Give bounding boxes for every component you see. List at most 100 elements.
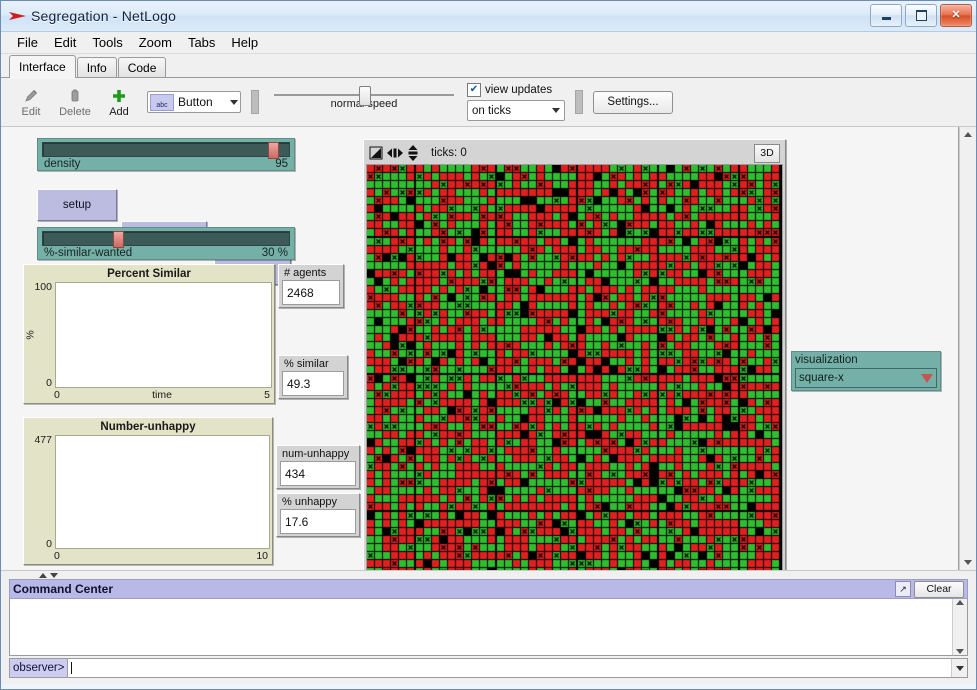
text-caret-icon xyxy=(71,662,73,674)
update-mode-select[interactable]: on ticks xyxy=(467,100,565,121)
menu-zoom[interactable]: Zoom xyxy=(131,33,180,52)
status-bar xyxy=(1,684,976,689)
scroll-down-button[interactable] xyxy=(960,555,976,570)
visualization-chooser-box[interactable]: square-x xyxy=(795,368,937,388)
chevron-down-icon[interactable] xyxy=(956,649,964,654)
menu-tabs[interactable]: Tabs xyxy=(180,33,223,52)
density-slider[interactable]: density 95 xyxy=(37,138,295,171)
y-tick-min: 0 xyxy=(46,537,52,550)
chevron-down-icon xyxy=(230,99,238,105)
menu-help[interactable]: Help xyxy=(223,33,266,52)
x-tick-min: 0 xyxy=(54,389,60,401)
splitter-down-icon[interactable] xyxy=(50,572,58,578)
add-tool-button[interactable]: Add xyxy=(97,87,141,118)
num-agents-monitor[interactable]: # agents 2468 xyxy=(278,264,344,308)
menu-edit[interactable]: Edit xyxy=(46,33,84,52)
percent-similar-monitor[interactable]: % similar 49.3 xyxy=(278,355,348,399)
trash-icon xyxy=(71,89,79,101)
update-mode-value: on ticks xyxy=(472,104,511,117)
similar-wanted-slider[interactable]: %-similar-wanted 30 % xyxy=(37,227,295,260)
interface-vertical-scrollbar[interactable] xyxy=(959,127,976,570)
chevron-down-icon xyxy=(955,665,964,671)
window-controls: ✕ xyxy=(870,4,972,27)
chevron-up-icon[interactable] xyxy=(956,600,964,605)
abc-button-icon: abc xyxy=(150,93,174,111)
percent-similar-plot-body: 100 % 0 xyxy=(25,281,272,388)
setup-button[interactable]: setup xyxy=(37,189,117,221)
command-center-popout-button[interactable]: ↗ xyxy=(895,581,911,597)
view-updates-checkbox[interactable]: ✔ xyxy=(467,83,481,97)
world-grid[interactable] xyxy=(366,164,783,570)
ticks-label: ticks: 0 xyxy=(431,147,467,159)
menu-file[interactable]: File xyxy=(9,33,46,52)
view-3d-button[interactable]: 3D xyxy=(754,143,780,163)
speed-slider-thumb[interactable] xyxy=(359,86,371,106)
command-center-output-scrollbar[interactable] xyxy=(952,599,967,655)
toolbar-separator-1 xyxy=(251,90,259,114)
tab-interface[interactable]: Interface xyxy=(9,55,76,78)
percent-similar-monitor-value: 49.3 xyxy=(282,371,344,396)
menu-tools[interactable]: Tools xyxy=(84,33,130,52)
density-slider-value: 95 xyxy=(275,158,288,170)
command-center-splitter[interactable] xyxy=(1,570,976,579)
toolbar-separator-2 xyxy=(575,90,583,114)
percent-similar-plot[interactable]: Percent Similar 100 % 0 0 time 5 xyxy=(23,264,275,404)
view-updates-label: view updates xyxy=(485,84,553,96)
percent-similar-x-axis: 0 time 5 xyxy=(26,388,272,401)
maximize-button[interactable] xyxy=(905,4,937,27)
tab-info[interactable]: Info xyxy=(76,57,117,77)
splitter-up-icon[interactable] xyxy=(39,572,47,578)
interface-canvas[interactable]: density 95 setup go once go ↺ xyxy=(1,127,959,570)
similar-wanted-slider-track[interactable] xyxy=(42,231,290,248)
command-center-clear-button[interactable]: Clear xyxy=(914,580,964,598)
world-view-icons xyxy=(369,145,419,161)
visualization-chooser-label: visualization xyxy=(795,354,858,366)
delete-tool-button[interactable]: Delete xyxy=(53,87,97,118)
command-center-agent-dropdown[interactable] xyxy=(951,659,967,677)
density-slider-track[interactable] xyxy=(42,142,290,159)
minimize-button[interactable] xyxy=(870,4,902,27)
y-tick-max: 100 xyxy=(34,281,52,293)
tab-code[interactable]: Code xyxy=(117,57,167,77)
interface-area: density 95 setup go once go ↺ xyxy=(1,127,976,570)
number-unhappy-y-axis: 477 0 xyxy=(26,435,55,549)
density-slider-thumb[interactable] xyxy=(267,142,279,159)
widget-type-value: Button xyxy=(178,95,213,109)
number-unhappy-plot-canvas xyxy=(55,435,270,549)
interface-toolbar: Edit Delete Add abc Button normal speed … xyxy=(1,78,976,127)
netlogo-arrow-logo-icon xyxy=(7,5,29,27)
x-tick-max: 5 xyxy=(264,389,270,401)
command-center: Command Center ↗ Clear observer> xyxy=(1,579,976,684)
add-tool-label: Add xyxy=(109,105,129,118)
settings-button[interactable]: Settings... xyxy=(593,90,673,114)
speed-slider[interactable] xyxy=(274,86,454,106)
num-unhappy-monitor[interactable]: num-unhappy 434 xyxy=(276,445,360,489)
world-canvas[interactable] xyxy=(367,165,780,570)
similar-wanted-slider-value: 30 % xyxy=(261,247,288,259)
close-button[interactable]: ✕ xyxy=(940,4,972,27)
plus-icon xyxy=(113,89,125,102)
chevron-down-icon xyxy=(964,560,972,565)
world-view[interactable]: ticks: 0 3D xyxy=(363,139,786,570)
command-center-output[interactable] xyxy=(9,599,968,656)
horizontal-wrap-icon xyxy=(387,148,403,158)
edit-tool-button[interactable]: Edit xyxy=(9,87,53,118)
similar-wanted-slider-thumb[interactable] xyxy=(112,231,124,248)
percent-similar-plot-canvas xyxy=(55,282,272,388)
visualization-chooser-value: square-x xyxy=(799,372,844,384)
percent-unhappy-monitor-label: % unhappy xyxy=(282,496,338,508)
command-center-title: Command Center xyxy=(13,582,114,596)
widget-type-select[interactable]: abc Button xyxy=(147,91,241,113)
percent-unhappy-monitor[interactable]: % unhappy 17.6 xyxy=(276,493,360,537)
command-center-input-row[interactable]: observer> xyxy=(9,658,968,678)
scroll-up-button[interactable] xyxy=(960,127,976,142)
vertical-wrap-icon xyxy=(408,145,418,161)
view-updates-row[interactable]: ✔ view updates xyxy=(467,83,565,97)
command-center-prompt: observer> xyxy=(10,659,69,677)
command-center-header: Command Center ↗ Clear xyxy=(9,579,968,599)
percent-similar-x-label: time xyxy=(152,389,172,401)
edit-tool-label: Edit xyxy=(21,105,41,118)
command-center-input[interactable] xyxy=(68,659,951,677)
visualization-chooser[interactable]: visualization square-x xyxy=(791,351,941,391)
number-unhappy-plot[interactable]: Number-unhappy 477 0 0 10 xyxy=(23,417,273,565)
